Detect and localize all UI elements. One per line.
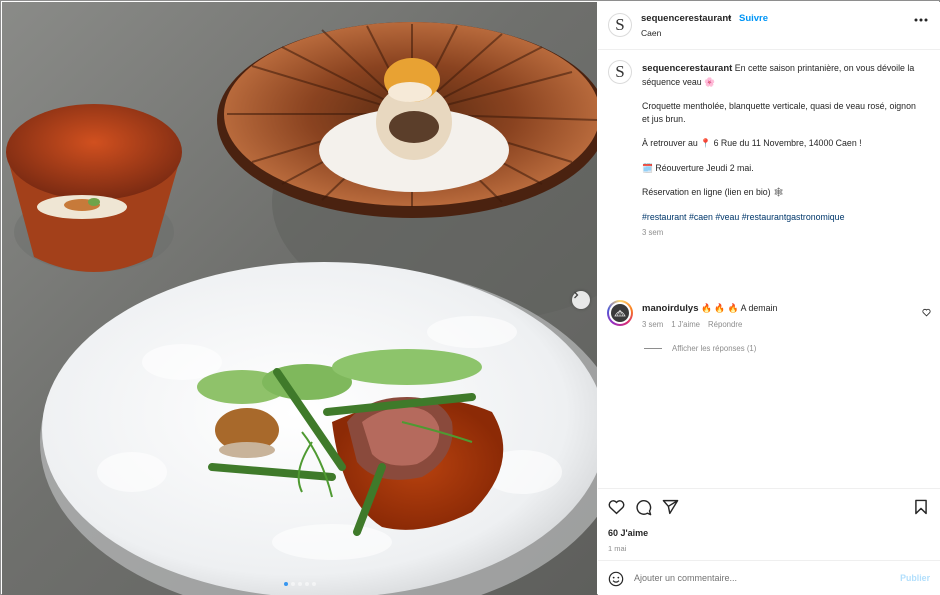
post-modal: S sequencerestaurant • Suivre Caen S seq… bbox=[0, 0, 940, 595]
food-photo-illustration bbox=[6, 22, 597, 595]
carousel-dot bbox=[291, 582, 295, 586]
heart-icon[interactable] bbox=[608, 499, 625, 515]
emoji-icon[interactable] bbox=[608, 571, 624, 587]
comment-text-line: manoirdulys 🔥 🔥 🔥 A demain bbox=[642, 303, 777, 314]
chevron-right-icon bbox=[574, 291, 579, 299]
like-count[interactable]: 60 J'aime bbox=[608, 528, 648, 538]
post-header: S sequencerestaurant • Suivre Caen bbox=[598, 2, 940, 50]
commenter-username[interactable]: manoirdulys bbox=[642, 303, 699, 314]
avatar-letter: S bbox=[615, 62, 625, 81]
caption-avatar[interactable]: S bbox=[608, 60, 632, 84]
caption-address: À retrouver au 📍 6 Rue du 11 Novembre, 1… bbox=[642, 138, 862, 148]
more-options-icon[interactable] bbox=[914, 18, 928, 22]
post-actions: 60 J'aime 1 mai bbox=[598, 488, 940, 560]
comment-time[interactable]: 3 sem bbox=[642, 320, 663, 329]
carousel-dot bbox=[305, 582, 309, 586]
view-replies-button[interactable]: Afficher les réponses (1) bbox=[644, 344, 756, 353]
replies-divider bbox=[644, 348, 662, 349]
bookmark-icon[interactable] bbox=[914, 499, 928, 515]
carousel-dot bbox=[312, 582, 316, 586]
carousel-indicator bbox=[284, 582, 316, 586]
post-side-panel: S sequencerestaurant • Suivre Caen S seq… bbox=[598, 2, 940, 595]
publish-button[interactable]: Publier bbox=[900, 573, 930, 583]
view-replies-label: Afficher les réponses (1) bbox=[672, 344, 757, 353]
caption-dishes: Croquette mentholée, blanquette vertical… bbox=[642, 101, 916, 124]
author-username[interactable]: sequencerestaurant bbox=[641, 13, 731, 24]
comment-input[interactable] bbox=[634, 570, 884, 586]
carousel-dot bbox=[284, 582, 288, 586]
post-caption: sequencerestaurant En cette saison print… bbox=[642, 62, 924, 240]
caption-username[interactable]: sequencerestaurant bbox=[642, 63, 732, 74]
comment-icon[interactable] bbox=[635, 499, 652, 516]
comment-meta: 3 sem 1 J'aime Répondre bbox=[642, 320, 742, 329]
comment-body: 🔥 🔥 🔥 A demain bbox=[700, 303, 778, 313]
caption-reopening: 🗓️ Réouverture Jeudi 2 mai. bbox=[642, 162, 754, 173]
reply-button[interactable]: Répondre bbox=[708, 320, 742, 329]
separator-dot: • bbox=[728, 13, 732, 23]
commenter-avatar[interactable] bbox=[607, 300, 633, 326]
post-photo[interactable] bbox=[2, 2, 597, 595]
share-icon[interactable] bbox=[662, 499, 679, 515]
comment-item: manoirdulys 🔥 🔥 🔥 A demain 3 sem 1 J'aim… bbox=[598, 300, 940, 340]
comment-composer: Publier bbox=[598, 560, 940, 595]
post-location[interactable]: Caen bbox=[641, 28, 661, 38]
avatar-letter: S bbox=[615, 15, 625, 34]
post-date: 1 mai bbox=[608, 544, 627, 553]
comment-heart-icon[interactable] bbox=[922, 308, 931, 317]
next-slide-button[interactable] bbox=[572, 291, 590, 309]
follow-button[interactable]: Suivre bbox=[739, 13, 768, 24]
comment-like-count[interactable]: 1 J'aime bbox=[671, 320, 700, 329]
shell-logo-icon bbox=[614, 309, 626, 317]
caption-booking: Réservation en ligne (lien en bio) 🕸 bbox=[642, 187, 785, 197]
caption-time[interactable]: 3 sem bbox=[642, 227, 924, 240]
carousel-dot bbox=[298, 582, 302, 586]
avatar[interactable]: S bbox=[608, 13, 632, 37]
caption-hashtags[interactable]: #restaurant #caen #veau #restaurantgastr… bbox=[642, 211, 924, 224]
caption-intro: sequencerestaurant En cette saison print… bbox=[642, 62, 924, 88]
comments-area: S sequencerestaurant En cette saison pri… bbox=[598, 50, 940, 488]
